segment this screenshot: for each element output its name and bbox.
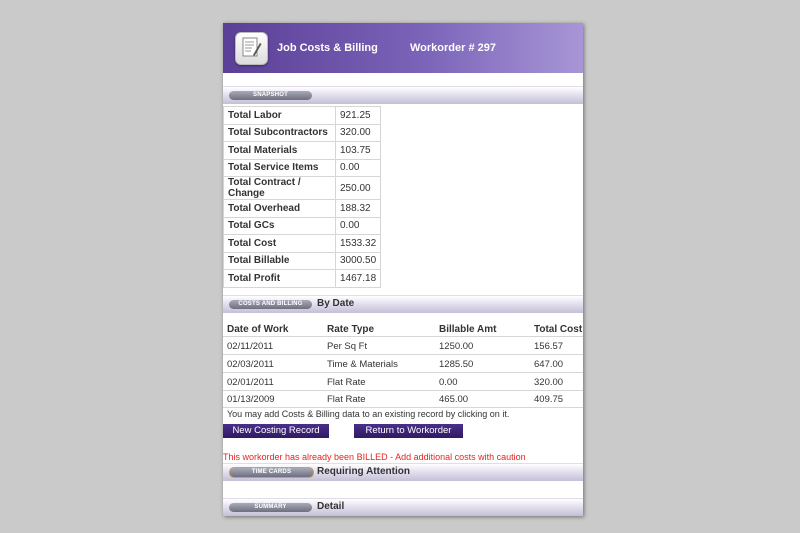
snapshot-row: Total Subcontractors 320.00 — [223, 123, 382, 142]
cell-rate-type: Per Sq Ft — [327, 341, 368, 352]
timecards-section-label: Requiring Attention — [317, 466, 410, 477]
summary-section-label: Detail — [317, 501, 345, 512]
snapshot-label: Total GCs — [223, 216, 336, 235]
costs-section-header: COSTS AND BILLING By Date — [223, 295, 583, 313]
snapshot-value: 103.75 — [334, 141, 382, 160]
cell-date: 01/13/2009 — [227, 394, 275, 405]
snapshot-section-header: SNAPSHOT — [223, 86, 583, 104]
timecards-pill[interactable]: TIME CARDS — [229, 467, 314, 478]
snapshot-value: 921.25 — [334, 106, 382, 125]
cell-date: 02/11/2011 — [227, 341, 274, 352]
cell-total-cost: 320.00 — [534, 377, 564, 388]
snapshot-row: Total Profit 1467.18 — [223, 269, 382, 288]
workorder-number: Workorder # 297 — [410, 42, 497, 54]
timecards-section-header[interactable]: TIME CARDS Requiring Attention — [223, 463, 583, 481]
snapshot-row: Total Cost 1533.32 — [223, 234, 382, 253]
cost-record-row[interactable]: 02/01/2011 Flat Rate 0.00 320.00 — [223, 373, 583, 391]
cell-billable: 1250.00 — [439, 341, 474, 352]
snapshot-label: Total Overhead — [223, 199, 336, 218]
cell-date: 02/03/2011 — [227, 359, 274, 370]
snapshot-label: Total Materials — [223, 141, 336, 160]
cost-record-row[interactable]: 02/03/2011 Time & Materials 1285.50 647.… — [223, 355, 583, 373]
snapshot-label: Total Subcontractors — [223, 123, 336, 142]
header-bar: Job Costs & Billing Workorder # 297 — [223, 23, 583, 73]
snapshot-value: 188.32 — [334, 199, 382, 218]
snapshot-row: Total Materials 103.75 — [223, 141, 382, 160]
snapshot-label: Total Profit — [223, 269, 336, 288]
snapshot-label: Total Billable — [223, 251, 336, 270]
cell-rate-type: Time & Materials — [327, 359, 398, 370]
snapshot-value: 3000.50 — [334, 251, 382, 270]
snapshot-pill: SNAPSHOT — [229, 91, 312, 100]
snapshot-label: Total Labor — [223, 106, 336, 125]
cell-total-cost: 156.57 — [534, 341, 564, 352]
column-header-date: Date of Work — [227, 324, 289, 335]
cell-billable: 1285.50 — [439, 359, 474, 370]
summary-pill[interactable]: SUMMARY — [229, 503, 312, 512]
snapshot-row: Total GCs 0.00 — [223, 216, 382, 235]
cell-total-cost: 647.00 — [534, 359, 564, 370]
cost-record-row[interactable]: 01/13/2009 Flat Rate 465.00 409.75 — [223, 390, 583, 408]
costs-table-header: Date of Work Rate Type Billable Amt Tota… — [223, 320, 583, 337]
cell-date: 02/01/2011 — [227, 377, 274, 388]
summary-section-header[interactable]: SUMMARY Detail — [223, 498, 583, 516]
return-to-workorder-button[interactable]: Return to Workorder — [354, 424, 463, 438]
costs-info-text: You may add Costs & Billing data to an e… — [227, 409, 510, 419]
snapshot-value: 1533.32 — [334, 234, 382, 253]
snapshot-row: Total Billable 3000.50 — [223, 251, 382, 270]
cell-billable: 0.00 — [439, 377, 458, 388]
cost-record-row[interactable]: 02/11/2011 Per Sq Ft 1250.00 156.57 — [223, 337, 583, 355]
snapshot-table: Total Labor 921.25 Total Subcontractors 320… — [223, 106, 382, 288]
job-costs-panel: Job Costs & Billing Workorder # 297 SNAP… — [223, 23, 583, 516]
column-header-total-cost: Total Cost — [534, 324, 583, 335]
costs-section-label: By Date — [317, 298, 355, 309]
page-title: Job Costs & Billing — [277, 42, 378, 54]
snapshot-row: Total Labor 921.25 — [223, 106, 382, 125]
document-icon — [235, 32, 268, 65]
billed-warning: This workorder has already been BILLED -… — [223, 452, 526, 462]
snapshot-row: Total Overhead 188.32 — [223, 199, 382, 218]
cell-rate-type: Flat Rate — [327, 377, 366, 388]
snapshot-value: 0.00 — [334, 158, 382, 177]
snapshot-row: Total Contract / Change 250.00 — [223, 176, 382, 200]
new-costing-record-button[interactable]: New Costing Record — [223, 424, 329, 438]
snapshot-value: 0.00 — [334, 216, 382, 235]
snapshot-value: 1467.18 — [334, 269, 382, 288]
snapshot-label: Total Contract / Change — [223, 176, 336, 200]
costs-pill: COSTS AND BILLING — [229, 300, 312, 309]
column-header-rate-type: Rate Type — [327, 324, 375, 335]
cell-rate-type: Flat Rate — [327, 394, 366, 405]
cell-total-cost: 409.75 — [534, 394, 564, 405]
column-header-billable: Billable Amt — [439, 324, 497, 335]
snapshot-label: Total Cost — [223, 234, 336, 253]
snapshot-label: Total Service Items — [223, 158, 336, 177]
snapshot-value: 250.00 — [334, 176, 382, 200]
snapshot-value: 320.00 — [334, 123, 382, 142]
cell-billable: 465.00 — [439, 394, 469, 405]
snapshot-row: Total Service Items 0.00 — [223, 158, 382, 177]
